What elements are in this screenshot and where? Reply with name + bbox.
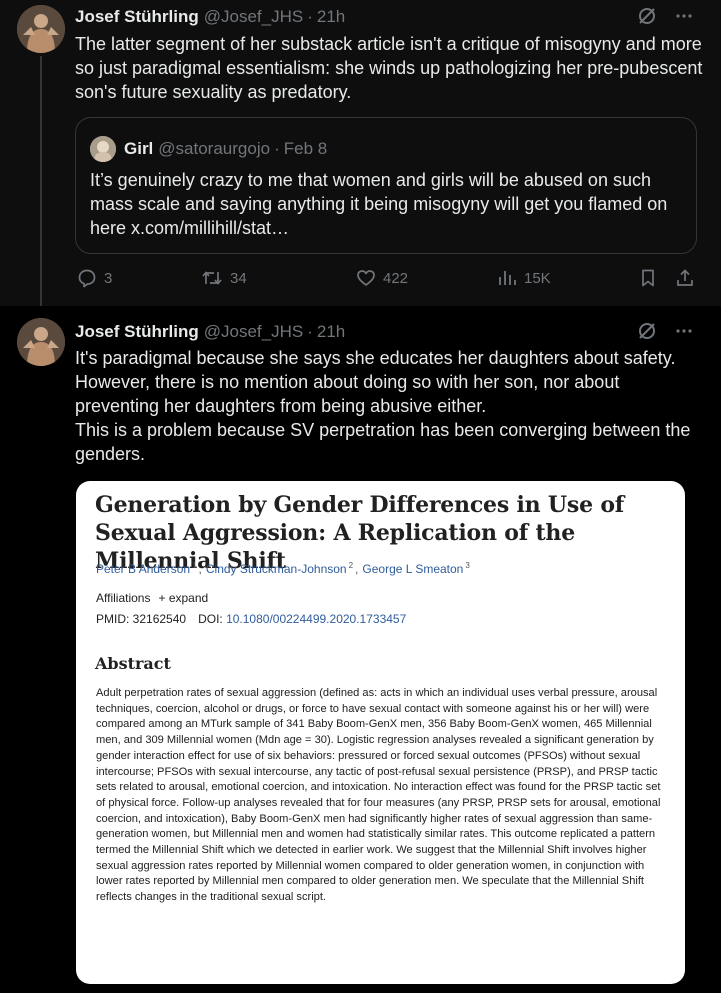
like-count: 422 xyxy=(383,269,409,287)
like-button[interactable]: 422 xyxy=(356,268,408,288)
tweet-header: Josef Stührling @Josef_JHS · 21h xyxy=(75,321,345,343)
doi-label: DOI: xyxy=(198,612,223,626)
author-affiliation-number: 1 xyxy=(192,561,197,570)
display-name: Girl xyxy=(124,139,154,158)
views-icon xyxy=(497,268,517,288)
like-icon xyxy=(356,268,376,288)
tweet-header: Josef Stührling @Josef_JHS · 21h xyxy=(75,6,345,28)
avatar[interactable] xyxy=(17,318,65,366)
display-name[interactable]: Josef Stührling xyxy=(75,322,199,342)
grok-icon[interactable] xyxy=(637,6,657,26)
more-icon[interactable] xyxy=(675,322,693,340)
bookmark-icon xyxy=(638,268,658,288)
abstract-text: Adult perpetration rates of sexual aggre… xyxy=(96,687,661,904)
display-name[interactable]: Josef Stührling xyxy=(75,7,199,27)
repost-count: 34 xyxy=(230,269,247,287)
separator-dot: · xyxy=(307,7,313,26)
tweet-header-actions xyxy=(637,6,693,26)
reply-button[interactable]: 3 xyxy=(77,268,112,288)
timestamp[interactable]: 21h xyxy=(317,322,345,342)
timestamp[interactable]: 21h xyxy=(317,7,345,27)
avatar[interactable] xyxy=(17,5,65,53)
views-count: 15K xyxy=(524,269,551,287)
author-name: George L Smeaton xyxy=(362,562,464,576)
grok-icon[interactable] xyxy=(637,321,657,341)
user-handle: @satoraurgojo xyxy=(158,139,271,158)
views-button[interactable]: 15K xyxy=(497,268,551,288)
expand-label: + expand xyxy=(158,591,209,605)
thread-line xyxy=(40,56,42,314)
separator-dot: · xyxy=(274,139,280,158)
paper-affiliations: Affiliations + expand xyxy=(96,591,208,605)
affiliations-label: Affiliations xyxy=(96,591,151,605)
author-affiliation-number: 3 xyxy=(465,561,470,570)
share-icon xyxy=(675,268,695,288)
author-affiliation-number: 2 xyxy=(348,561,354,570)
tweet-text: It's paradigmal because she says she edu… xyxy=(75,348,691,464)
paper-authors: Peter B Anderson 1, Cindy Struckman-Johnso… xyxy=(96,561,472,576)
repost-button[interactable]: 34 xyxy=(201,268,247,288)
pmid: PMID: 32162540 xyxy=(96,612,187,626)
quoted-tweet-header: Girl @satoraurgojo · Feb 8 xyxy=(90,136,327,162)
author-name: Peter B Anderson xyxy=(96,562,191,576)
quoted-tweet-text: It’s genuinely crazy to me that women an… xyxy=(90,170,668,238)
abstract-heading: Abstract xyxy=(95,654,171,673)
reply-icon xyxy=(77,268,97,288)
quoted-tweet[interactable]: Girl @satoraurgojo · Feb 8 It’s genuinel… xyxy=(75,117,697,254)
tweet-actions: 3 34 422 15K xyxy=(77,268,697,294)
user-handle[interactable]: @Josef_JHS xyxy=(204,7,303,27)
bookmark-button[interactable] xyxy=(638,268,658,288)
paper-identifiers: PMID: 32162540 DOI: 10.1080/00224499.2020… xyxy=(96,612,406,626)
tweet-header-actions xyxy=(637,321,693,341)
tweet-text: The latter segment of her substack artic… xyxy=(75,34,708,102)
repost-icon xyxy=(201,268,223,288)
reply-count: 3 xyxy=(104,269,113,287)
attached-image-paper-abstract[interactable]: Generation by Gender Differences in Use … xyxy=(76,481,685,984)
doi-link: 10.1080/00224499.2020.1733457 xyxy=(226,612,407,626)
author-separator: , xyxy=(355,562,359,576)
author-separator: , xyxy=(198,562,202,576)
share-button[interactable] xyxy=(675,268,695,288)
more-icon[interactable] xyxy=(675,7,693,25)
user-handle[interactable]: @Josef_JHS xyxy=(204,322,303,342)
author-name: Cindy Struckman-Johnson xyxy=(205,562,347,576)
separator-dot: · xyxy=(307,322,313,341)
timestamp: Feb 8 xyxy=(283,139,328,158)
avatar xyxy=(90,136,116,162)
